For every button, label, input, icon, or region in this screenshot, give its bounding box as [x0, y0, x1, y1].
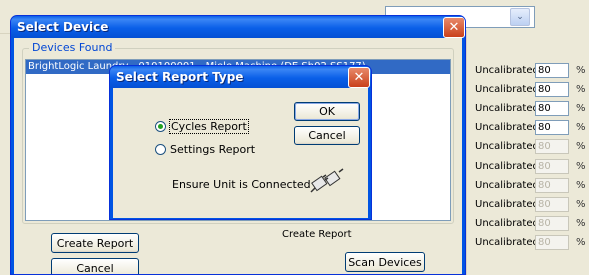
calibration-row: Uncalibrated 80%	[475, 196, 586, 212]
calibration-row: Uncalibrated 80%	[475, 120, 586, 136]
cycles-report-radio[interactable]: Cycles Report	[155, 119, 249, 134]
calibration-status-label: Uncalibrated	[475, 198, 539, 210]
settings-report-radio[interactable]: Settings Report	[155, 143, 255, 156]
report-type-close-button[interactable]: ✕	[348, 67, 370, 88]
create-report-button[interactable]: Create Report	[51, 233, 139, 253]
calibration-unit-mark: %	[576, 218, 586, 230]
calibration-unit-mark: %	[576, 64, 586, 76]
calibration-row: Uncalibrated 80%	[475, 216, 586, 232]
calibration-status-label: Uncalibrated	[475, 122, 539, 134]
calibration-row: Uncalibrated 80%	[475, 158, 586, 174]
calibration-unit-mark: %	[576, 102, 586, 114]
calibration-value-field: 80	[535, 139, 569, 155]
create-report-label: Create Report	[56, 236, 134, 250]
calibration-unit-mark: %	[576, 83, 586, 95]
ok-button[interactable]: OK	[294, 102, 360, 121]
calibration-row: Uncalibrated 80%	[475, 139, 586, 155]
calibration-unit-mark: %	[576, 160, 586, 172]
settings-report-label: Settings Report	[170, 143, 256, 156]
select-report-type-title: Select Report Type	[110, 66, 371, 88]
calibration-status-label: Uncalibrated	[475, 64, 539, 76]
combo-dropdown-button[interactable]: ⌄	[510, 8, 530, 26]
calibration-status-label: Uncalibrated	[475, 83, 539, 95]
calibration-row: Uncalibrated 80%	[475, 81, 586, 97]
chevron-down-icon: ⌄	[516, 12, 524, 22]
calibration-status-label: Uncalibrated	[475, 160, 539, 172]
calibration-row: Uncalibrated 80%	[475, 235, 586, 251]
report-type-body: OK Cancel Cycles Report Settings Report …	[113, 88, 368, 218]
cancel-label: Cancel	[76, 261, 114, 275]
scan-devices-label: Scan Devices	[348, 255, 422, 269]
calibration-unit-mark: %	[576, 237, 586, 249]
calibration-status-label: Uncalibrated	[475, 237, 539, 249]
close-icon: ✕	[448, 20, 460, 35]
calibration-row: Uncalibrated 80%	[475, 100, 586, 116]
report-cancel-button[interactable]: Cancel	[294, 126, 360, 145]
select-device-close-button[interactable]: ✕	[443, 17, 465, 38]
calibration-status-label: Uncalibrated	[475, 179, 539, 191]
calibration-value-field: 80	[535, 196, 569, 212]
report-cancel-label: Cancel	[308, 129, 346, 142]
calibration-value-field: 80	[535, 235, 569, 251]
calibration-value-field[interactable]: 80	[535, 81, 569, 97]
select-device-title: Select Device	[11, 16, 465, 38]
calibration-status-label: Uncalibrated	[475, 141, 539, 153]
calibration-value-field[interactable]: 80	[535, 62, 569, 78]
devices-found-label: Devices Found	[29, 41, 116, 54]
calibration-status-label: Uncalibrated	[475, 218, 539, 230]
calibration-value-field: 80	[535, 177, 569, 193]
cancel-button[interactable]: Cancel	[51, 258, 139, 275]
calibration-unit-mark: %	[576, 198, 586, 210]
calibration-unit-mark: %	[576, 122, 586, 134]
connection-status-text: Ensure Unit is Connected	[172, 178, 311, 191]
calibration-unit-mark: %	[576, 141, 586, 153]
scan-devices-button[interactable]: Scan Devices	[345, 252, 425, 272]
calibration-row: Uncalibrated 80%	[475, 177, 586, 193]
calibration-row: Uncalibrated 80%	[475, 62, 586, 78]
calibration-unit-mark: %	[576, 179, 586, 191]
calibration-value-field[interactable]: 80	[535, 120, 569, 136]
calibration-status-label: Uncalibrated	[475, 102, 539, 114]
radio-unchecked-icon	[155, 144, 166, 155]
create-report-ghost-label: Create Report	[282, 229, 352, 240]
calibration-value-field: 80	[535, 216, 569, 232]
ok-label: OK	[319, 105, 335, 118]
calibration-value-field[interactable]: 80	[535, 100, 569, 116]
calibration-value-field: 80	[535, 158, 569, 174]
connector-plug-icon	[310, 168, 344, 193]
close-icon: ✕	[353, 70, 365, 85]
select-report-type-dialog: Select Report Type ✕ OK Cancel Cycles Re…	[109, 65, 372, 220]
cycles-report-label: Cycles Report	[169, 119, 249, 134]
radio-checked-icon	[155, 121, 166, 132]
